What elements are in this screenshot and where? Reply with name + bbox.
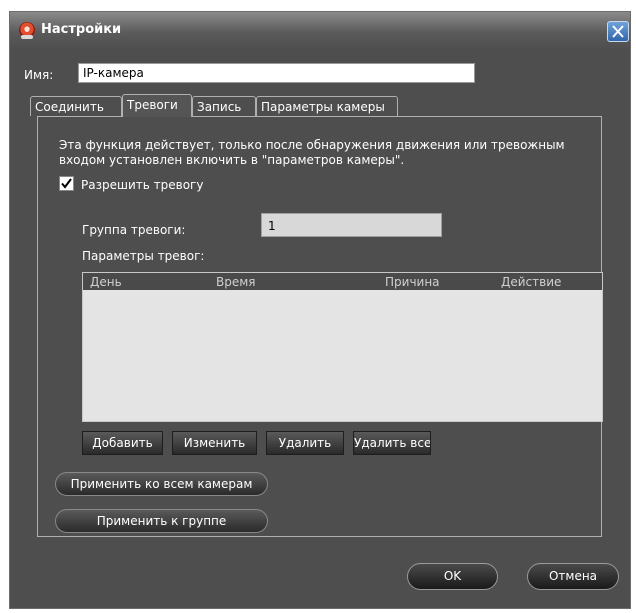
ok-button[interactable]: OK: [407, 563, 498, 590]
edit-button[interactable]: Изменить: [172, 431, 257, 455]
name-input[interactable]: IP-камера: [78, 63, 475, 83]
enable-alarm-checkbox[interactable]: [59, 176, 74, 191]
tab-record[interactable]: Запись: [192, 96, 256, 116]
alarm-info-text: Эта функция действует, только после обна…: [59, 138, 565, 167]
col-day[interactable]: День: [90, 275, 122, 289]
name-label: Имя:: [24, 68, 54, 82]
alarm-group-label: Группа тревоги:: [82, 223, 186, 237]
settings-dialog: Настройки Имя: IP-камера Соединить Трево…: [9, 11, 631, 609]
delete-button[interactable]: Удалить: [266, 431, 344, 455]
camera-app-icon: [19, 22, 35, 39]
alarm-params-table[interactable]: День Время Причина Действие: [82, 272, 603, 422]
col-reason[interactable]: Причина: [385, 275, 440, 289]
checkmark-icon: [61, 178, 72, 189]
alarm-tab-panel: Эта функция действует, только после обна…: [37, 116, 603, 537]
tab-alarms[interactable]: Тревоги: [122, 94, 192, 117]
alarm-params-label: Параметры тревог:: [82, 249, 205, 263]
window-title: Настройки: [41, 22, 122, 37]
col-action[interactable]: Действие: [501, 275, 561, 289]
close-button[interactable]: [607, 21, 629, 42]
col-time[interactable]: Время: [216, 275, 256, 289]
title-bar[interactable]: Настройки: [10, 12, 630, 50]
add-button[interactable]: Добавить: [82, 431, 163, 455]
delete-all-button[interactable]: Удалить все: [353, 431, 431, 455]
tab-camera-params[interactable]: Параметры камеры: [256, 96, 398, 116]
enable-alarm-label[interactable]: Разрешить тревогу: [81, 178, 203, 192]
tab-connect[interactable]: Соединить: [30, 96, 122, 116]
alarm-group-input[interactable]: 1: [261, 213, 442, 237]
cancel-button[interactable]: Отмена: [527, 563, 619, 590]
close-icon: [612, 25, 624, 38]
apply-group-button[interactable]: Применить к группе: [55, 509, 268, 533]
table-header: День Время Причина Действие: [83, 273, 602, 290]
apply-all-cameras-button[interactable]: Применить ко всем камерам: [55, 472, 268, 496]
